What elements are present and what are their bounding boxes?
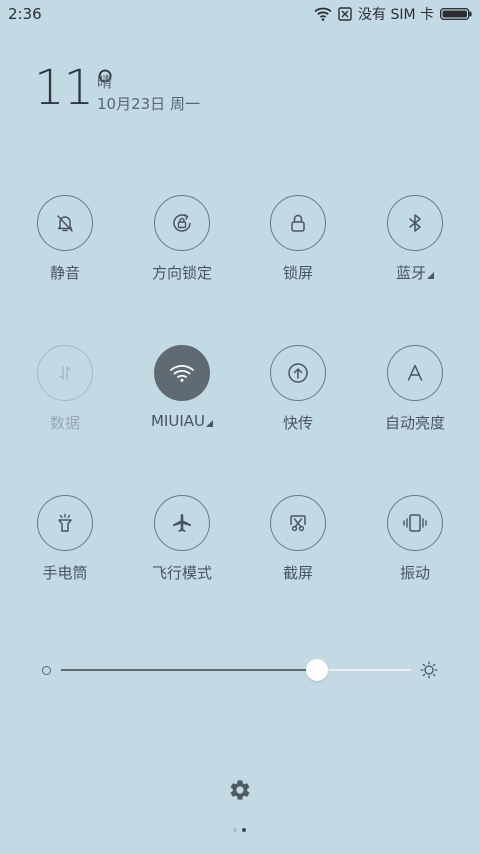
toggle-vibrate-label: 振动 [399, 564, 430, 582]
toggle-quick-transfer[interactable]: 快传 [243, 345, 353, 433]
toggle-auto-brightness-circle[interactable] [387, 345, 443, 401]
toggle-screenshot-circle[interactable] [270, 495, 326, 551]
more-options-icon [206, 420, 213, 427]
toggle-rotation-lock[interactable]: 方向锁定 [127, 195, 237, 283]
gear-icon[interactable] [228, 778, 252, 802]
toggle-bluetooth[interactable]: 蓝牙 [360, 195, 470, 283]
toggle-bluetooth-text: 蓝牙 [395, 264, 426, 282]
toggle-flashlight-label: 手电筒 [42, 564, 88, 582]
toggle-screenshot[interactable]: 截屏 [243, 495, 353, 583]
screenshot-icon [290, 515, 306, 532]
rotation-lock-icon [173, 213, 191, 232]
toggle-quick-transfer-circle[interactable] [270, 345, 326, 401]
upload-icon [288, 363, 308, 383]
wifi-icon [314, 7, 332, 21]
toggle-bluetooth-label: 蓝牙 [360, 262, 470, 283]
toggle-data-circle[interactable] [37, 345, 93, 401]
toggle-flashlight-circle[interactable] [37, 495, 93, 551]
toggle-lock-screen[interactable]: 锁屏 [243, 195, 353, 283]
toggle-mute[interactable]: 静音 [10, 195, 120, 283]
lock-icon [291, 214, 305, 232]
sim-status-text: 没有 SIM 卡 [358, 7, 434, 23]
toggle-airplane-mode[interactable]: 飞行模式 [127, 495, 237, 583]
toggle-flashlight[interactable]: 手电筒 [10, 495, 120, 583]
toggle-rotation-lock-circle[interactable] [154, 195, 210, 251]
weather-condition: 晴 [97, 73, 113, 91]
toggle-wifi-text: MIUIAU [150, 412, 205, 430]
page-indicator-dot-1 [233, 828, 237, 832]
toggle-data[interactable]: 数据 [10, 345, 120, 433]
toggle-mute-circle[interactable] [37, 195, 93, 251]
wifi-icon [170, 364, 194, 382]
toggle-auto-brightness-label: 自动亮度 [384, 414, 445, 432]
toggle-rotation-lock-label: 方向锁定 [151, 264, 212, 282]
toggle-vibrate[interactable]: 振动 [360, 495, 470, 583]
toggle-airplane-mode-label: 飞行模式 [151, 564, 212, 582]
toggle-lock-screen-label: 锁屏 [282, 264, 313, 282]
toggle-vibrate-circle[interactable] [387, 495, 443, 551]
status-time: 2:36 [8, 5, 42, 23]
brightness-high-icon [420, 661, 438, 679]
more-options-icon [427, 272, 434, 279]
toggle-airplane-mode-circle[interactable] [154, 495, 210, 551]
bluetooth-icon [409, 214, 421, 232]
airplane-icon [173, 514, 191, 532]
auto-brightness-icon [407, 364, 423, 381]
weather-date: 10月23日 周一 [97, 95, 200, 113]
toggle-bluetooth-circle[interactable] [387, 195, 443, 251]
toggle-auto-brightness[interactable]: 自动亮度 [360, 345, 470, 433]
brightness-slider-fill [61, 669, 317, 671]
status-icons: 没有 SIM 卡 [314, 5, 472, 23]
toggle-quick-transfer-label: 快传 [282, 414, 313, 432]
page-indicator-dot-2 [242, 828, 246, 832]
toggle-wifi-label: MIUIAU [127, 412, 237, 430]
vibrate-icon [403, 514, 427, 532]
toggle-wifi-circle[interactable] [154, 345, 210, 401]
brightness-low-icon [42, 666, 51, 675]
toggle-screenshot-label: 截屏 [282, 564, 313, 582]
data-arrows-icon [59, 366, 71, 380]
flashlight-icon [58, 513, 72, 532]
toggle-data-label: 数据 [49, 414, 80, 432]
toggle-mute-label: 静音 [49, 264, 80, 282]
brightness-slider-thumb[interactable] [306, 659, 328, 681]
toggle-lock-screen-circle[interactable] [270, 195, 326, 251]
bell-off-icon [57, 215, 73, 232]
no-sim-icon [338, 7, 352, 21]
battery-icon [440, 8, 472, 20]
toggle-wifi[interactable]: MIUIAU [127, 345, 237, 430]
